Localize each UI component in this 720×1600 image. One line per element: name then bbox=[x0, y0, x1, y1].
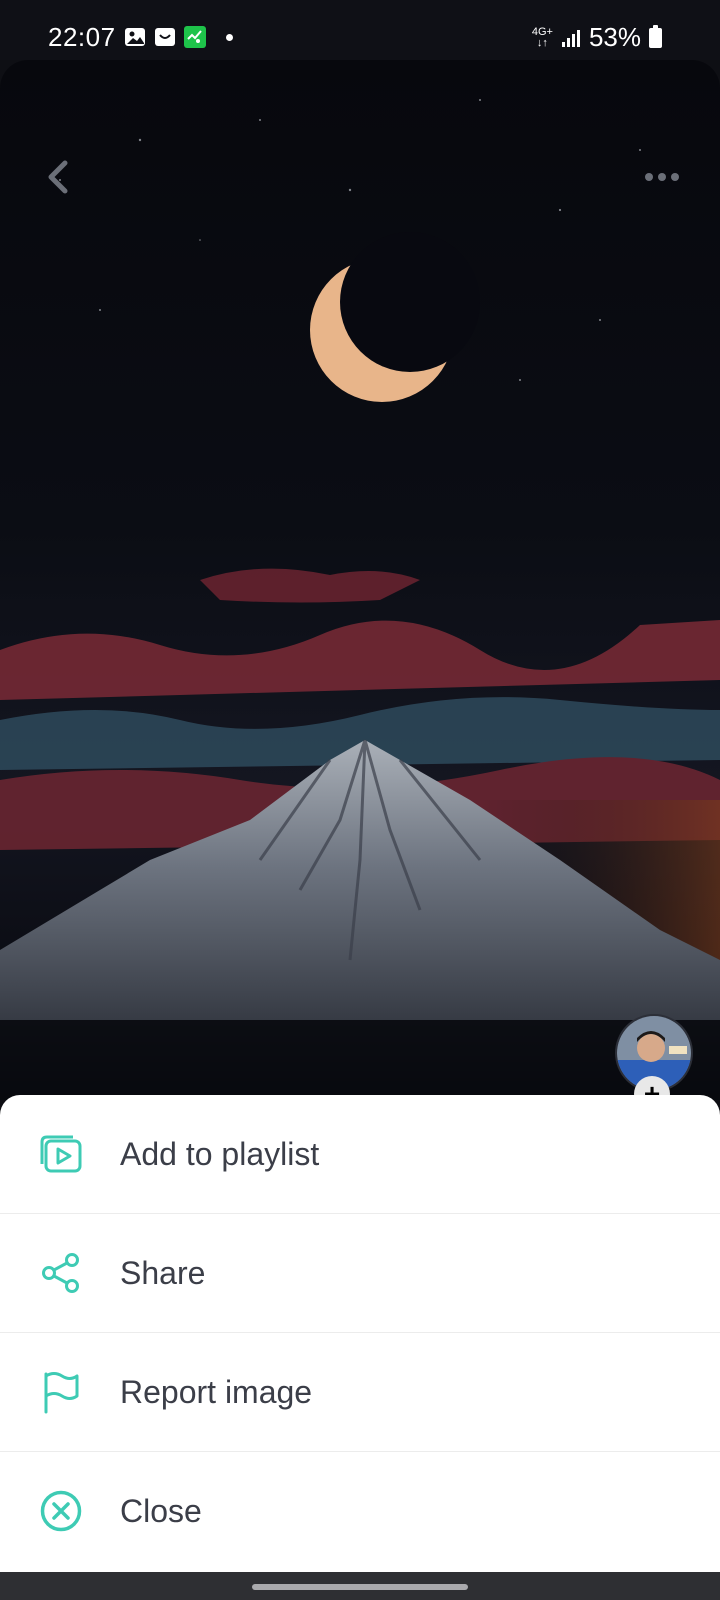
activity-icon bbox=[184, 26, 206, 48]
sheet-item-label: Add to playlist bbox=[120, 1135, 320, 1172]
sheet-item-close[interactable]: Close bbox=[0, 1452, 720, 1570]
share-icon bbox=[38, 1250, 84, 1296]
home-gesture-handle[interactable] bbox=[252, 1584, 468, 1590]
options-sheet: Add to playlist Share Report image Close bbox=[0, 1095, 720, 1572]
sheet-item-share[interactable]: Share bbox=[0, 1214, 720, 1333]
sheet-item-label: Report image bbox=[120, 1373, 313, 1410]
flag-icon bbox=[38, 1369, 84, 1415]
battery-icon bbox=[649, 24, 662, 48]
notification-icons bbox=[124, 26, 233, 48]
network-indicator: 4G+ ↓↑ bbox=[531, 25, 553, 49]
more-horizontal-icon bbox=[645, 173, 679, 181]
gallery-icon bbox=[124, 26, 146, 48]
wallpaper-viewer[interactable] bbox=[0, 60, 720, 1100]
playlist-add-icon bbox=[38, 1131, 84, 1177]
status-time: 22:07 bbox=[48, 22, 116, 52]
close-circle-icon bbox=[38, 1488, 84, 1534]
back-button[interactable] bbox=[34, 148, 82, 206]
data-arrows-icon: ↓↑ bbox=[536, 36, 548, 49]
status-bar: 22:07 4G+ ↓↑ 53% bbox=[0, 0, 720, 60]
shop-icon bbox=[154, 26, 176, 48]
sheet-item-label: Close bbox=[120, 1492, 202, 1529]
wallpaper-image bbox=[0, 60, 720, 1100]
battery-percent: 53% bbox=[588, 22, 641, 52]
chevron-left-icon bbox=[48, 160, 68, 194]
signal-icon bbox=[561, 29, 580, 47]
more-options-button[interactable] bbox=[632, 148, 692, 206]
notification-dot bbox=[226, 33, 233, 41]
status-right: 4G+ ↓↑ 53% bbox=[532, 22, 662, 53]
system-nav-bar bbox=[0, 1572, 720, 1600]
sheet-item-label: Share bbox=[120, 1254, 206, 1291]
sheet-item-add-to-playlist[interactable]: Add to playlist bbox=[0, 1095, 720, 1214]
sheet-item-report-image[interactable]: Report image bbox=[0, 1333, 720, 1452]
network-type: 4G+ bbox=[531, 25, 553, 38]
